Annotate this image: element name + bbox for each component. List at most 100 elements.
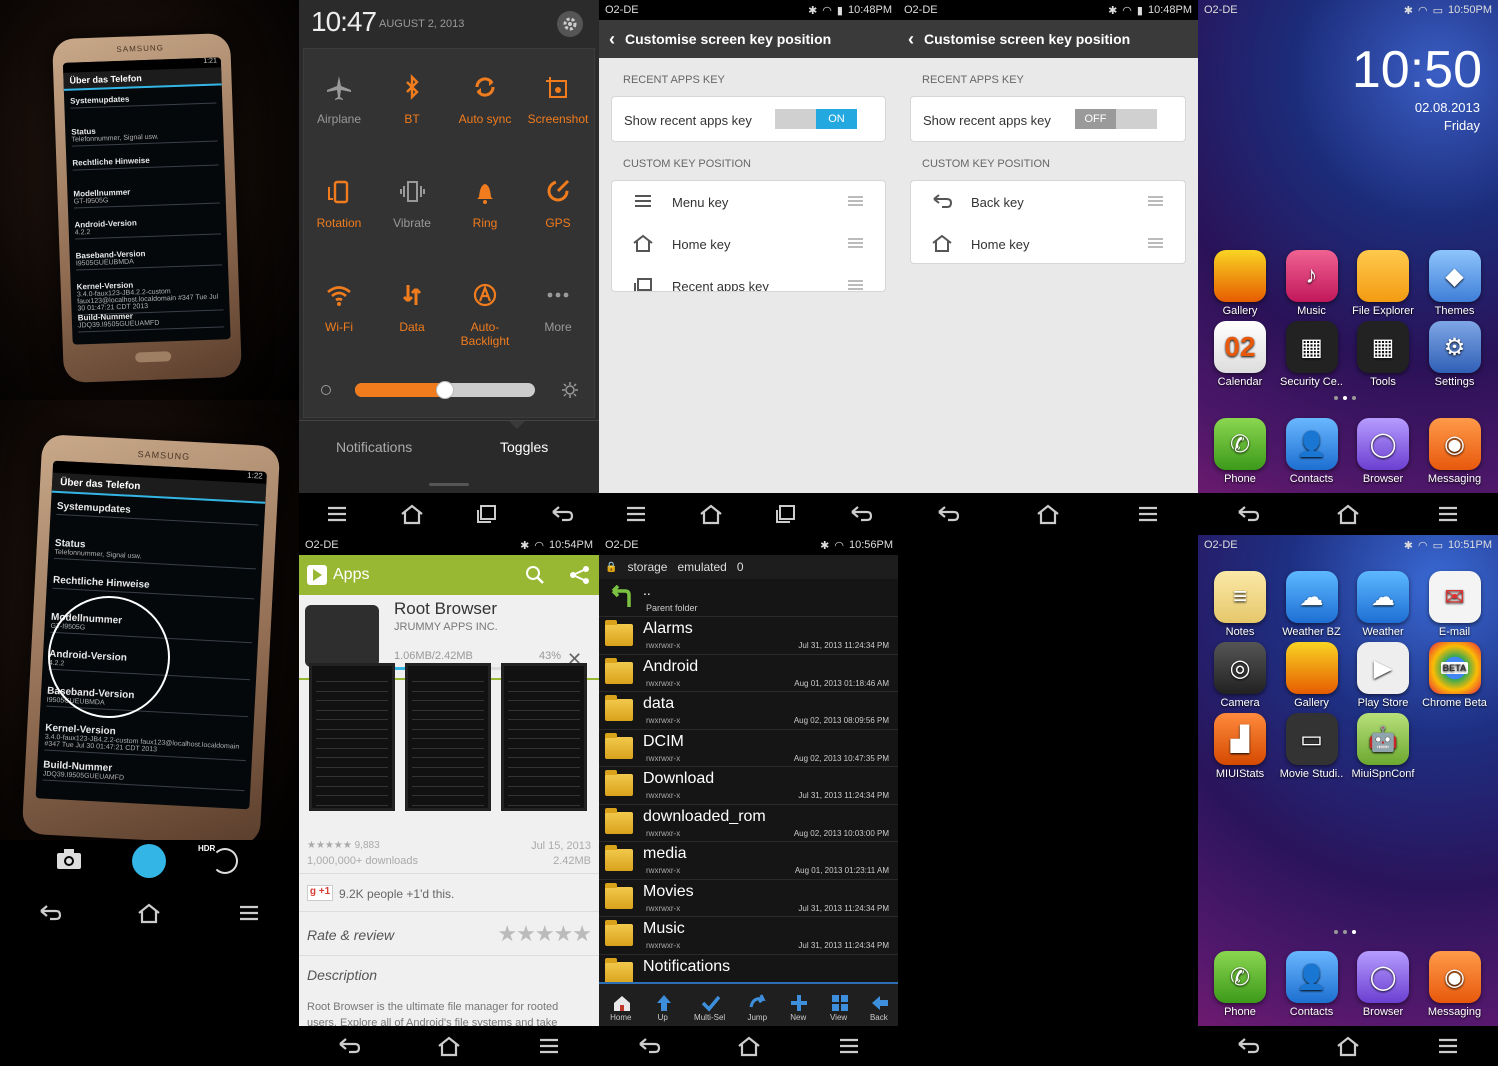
app-security-ce[interactable]: ▦ Security Ce..	[1276, 321, 1348, 388]
screenshot-thumb[interactable]	[309, 663, 395, 811]
toggle-gps[interactable]: GPS	[522, 152, 594, 252]
key-row-recent[interactable]: Recent apps key	[612, 265, 885, 291]
menu-icon[interactable]	[836, 1035, 862, 1057]
app-contacts[interactable]: 👤 Contacts	[1276, 418, 1348, 485]
key-row-menu[interactable]: Menu key	[612, 181, 885, 223]
drag-handle[interactable]	[429, 483, 469, 486]
file-row[interactable]: Movies rwxrwxr-x Jul 31, 2013 11:24:34 PM	[599, 880, 899, 917]
file-row[interactable]: DCIM rwxrwxr-x Aug 02, 2013 10:47:35 PM	[599, 730, 899, 767]
rate-review-label[interactable]: Rate & review	[307, 927, 394, 943]
toggle-ring[interactable]: Ring	[449, 152, 521, 252]
screenshot-thumb[interactable]	[501, 663, 587, 811]
back-icon[interactable]	[848, 503, 874, 525]
file-row[interactable]: Android rwxrwxr-x Aug 01, 2013 01:18:46 AM	[599, 655, 899, 692]
file-row[interactable]: data rwxrwxr-x Aug 02, 2013 08:09:56 PM	[599, 692, 899, 730]
recent-apps-switch[interactable]: ON	[775, 109, 857, 129]
app-chrome-beta[interactable]: BETA Chrome Beta	[1419, 642, 1491, 709]
home-icon[interactable]	[399, 503, 425, 525]
settings-gear-button[interactable]	[557, 11, 583, 37]
toggle-rotation[interactable]: Rotation	[303, 152, 375, 252]
back-arrow-icon[interactable]: ‹	[609, 29, 615, 50]
app-phone[interactable]: ✆ Phone	[1204, 951, 1276, 1018]
menu-icon[interactable]	[236, 902, 262, 924]
rate-stars-input[interactable]: ★★★★★	[497, 921, 592, 947]
tab-toggles[interactable]: Toggles	[500, 439, 548, 455]
toggle-more[interactable]: More	[522, 256, 594, 356]
file-row[interactable]: downloaded_rom rwxrwxr-x Aug 02, 2013 10:0…	[599, 805, 899, 842]
app-file-explorer[interactable]: File Explorer	[1347, 250, 1419, 317]
app-gallery[interactable]: Gallery	[1204, 250, 1276, 317]
toolbar-multi-sel-button[interactable]: Multi-Sel	[694, 993, 725, 1022]
shutter-button[interactable]	[132, 844, 166, 878]
key-row-home[interactable]: Home key	[911, 223, 1185, 265]
search-icon[interactable]	[525, 565, 545, 585]
back-arrow-icon[interactable]: ‹	[908, 29, 914, 50]
menu-icon[interactable]	[324, 503, 350, 525]
app-settings[interactable]: ⚙ Settings	[1419, 321, 1491, 388]
toolbar-new-button[interactable]: New	[789, 993, 808, 1022]
home-icon[interactable]	[1335, 1035, 1361, 1057]
toggle-auto-backlight[interactable]: Auto- Backlight	[449, 256, 521, 356]
drag-handle-icon[interactable]	[848, 280, 863, 290]
file-row[interactable]: media rwxrwxr-x Aug 01, 2013 01:23:11 AM	[599, 842, 899, 880]
menu-icon[interactable]	[623, 503, 649, 525]
app-play-store[interactable]: ▶ Play Store	[1347, 642, 1419, 709]
toolbar-view-button[interactable]: View	[830, 993, 848, 1022]
back-icon[interactable]	[336, 1035, 362, 1057]
home-icon[interactable]	[1035, 503, 1061, 525]
brightness-knob[interactable]	[436, 381, 454, 399]
plus-one-button[interactable]: g +1	[307, 885, 333, 901]
toolbar-home-button[interactable]: Home	[610, 993, 631, 1022]
app-contacts[interactable]: 👤 Contacts	[1276, 951, 1348, 1018]
back-icon[interactable]	[935, 503, 961, 525]
key-row-home[interactable]: Home key	[612, 223, 885, 265]
back-icon[interactable]	[1235, 1035, 1261, 1057]
clock-widget[interactable]: 10:50	[1352, 40, 1482, 100]
parent-folder-row[interactable]: .. Parent folder	[599, 579, 899, 617]
home-icon[interactable]	[436, 1035, 462, 1057]
play-store-logo-icon[interactable]	[307, 565, 327, 585]
path-segment[interactable]: 0	[737, 560, 744, 574]
back-icon[interactable]	[549, 503, 575, 525]
app-movie-studi[interactable]: ▭ Movie Studi..	[1276, 713, 1348, 780]
toolbar-back-button[interactable]: Back	[870, 993, 888, 1022]
home-icon[interactable]	[736, 1035, 762, 1057]
brightness-slider[interactable]	[355, 381, 535, 399]
toggle-auto-sync[interactable]: Auto sync	[449, 48, 521, 148]
file-row[interactable]: Music rwxrwxr-x Jul 31, 2013 11:24:34 PM	[599, 917, 899, 955]
recent-apps-switch[interactable]: OFF	[1075, 109, 1157, 129]
app-miuistats[interactable]: ▟ MIUIStats	[1204, 713, 1276, 780]
drag-handle-icon[interactable]	[848, 238, 863, 248]
toggle-bt[interactable]: BT	[376, 48, 448, 148]
app-tools[interactable]: ▦ Tools	[1347, 321, 1419, 388]
tab-notifications[interactable]: Notifications	[336, 439, 412, 455]
app-miuispnconf[interactable]: 🤖 MiuiSpnConf	[1347, 713, 1419, 780]
app-browser[interactable]: ◯ Browser	[1347, 951, 1419, 1018]
drag-handle-icon[interactable]	[1148, 238, 1163, 248]
home-icon[interactable]	[1335, 503, 1361, 525]
menu-icon[interactable]	[1435, 503, 1461, 525]
app-developer[interactable]: JRUMMY APPS INC.	[394, 621, 498, 633]
camera-icon[interactable]	[56, 848, 82, 870]
home-icon[interactable]	[698, 503, 724, 525]
back-icon[interactable]	[37, 902, 63, 924]
file-row[interactable]: Download rwxrwxr-x Jul 31, 2013 11:24:34 P…	[599, 767, 899, 805]
file-row[interactable]: Alarms rwxrwxr-x Jul 31, 2013 11:24:34 PM	[599, 617, 899, 655]
app-messaging[interactable]: ◉ Messaging	[1419, 951, 1491, 1018]
menu-icon[interactable]	[1435, 1035, 1461, 1057]
back-icon[interactable]	[636, 1035, 662, 1057]
app-e-mail[interactable]: ✉ E-mail	[1419, 571, 1491, 638]
app-weather-bz[interactable]: ☁ Weather BZ	[1276, 571, 1348, 638]
screenshot-thumb[interactable]	[405, 663, 491, 811]
app-notes[interactable]: ≡ Notes	[1204, 571, 1276, 638]
app-weather[interactable]: ☁ Weather	[1347, 571, 1419, 638]
menu-icon[interactable]	[536, 1035, 562, 1057]
path-segment[interactable]: emulated	[677, 560, 726, 574]
toggle-airplane[interactable]: Airplane	[303, 48, 375, 148]
app-calendar[interactable]: 02 Calendar	[1204, 321, 1276, 388]
toolbar-jump-button[interactable]: Jump	[747, 993, 767, 1022]
key-row-back[interactable]: Back key	[911, 181, 1185, 223]
back-icon[interactable]	[1235, 503, 1261, 525]
recent-apps-icon[interactable]	[773, 503, 799, 525]
home-icon[interactable]	[136, 902, 162, 924]
